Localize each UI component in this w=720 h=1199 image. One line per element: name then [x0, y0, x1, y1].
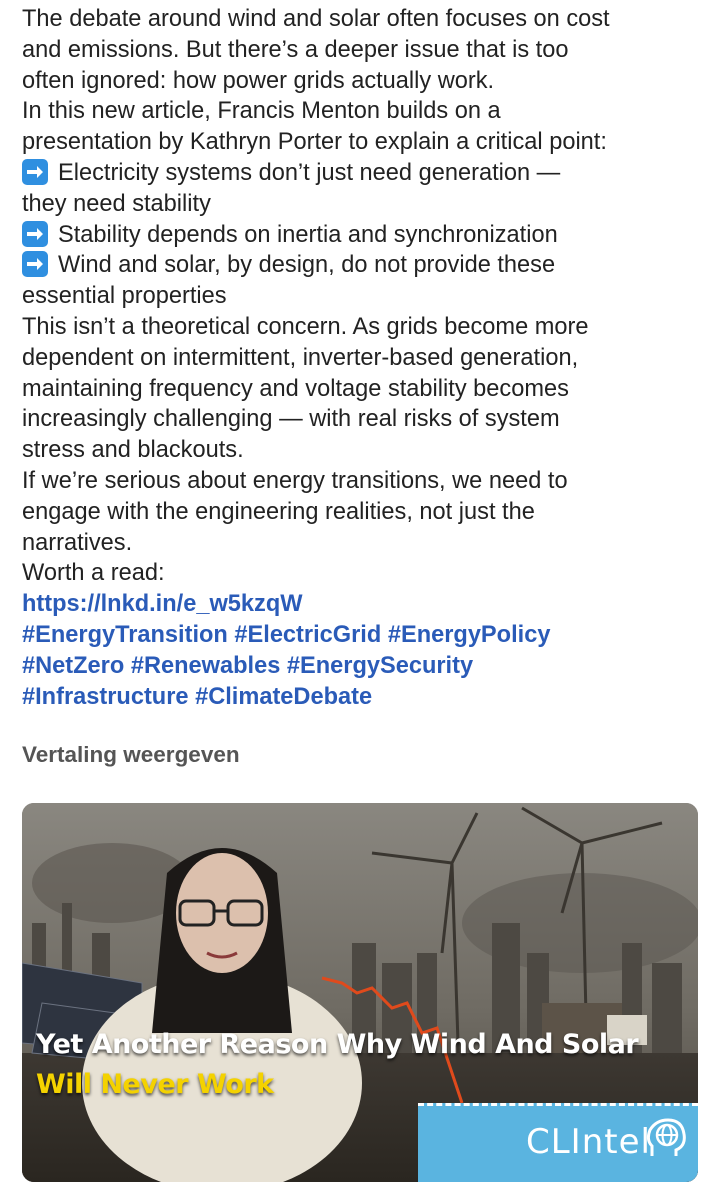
text-line: If we’re serious about energy transition… — [22, 467, 568, 494]
text-line: often ignored: how power grids actually … — [22, 67, 495, 94]
bullet-item: Stability depends on inertia and synchro… — [22, 220, 712, 251]
arrow-right-icon — [22, 158, 48, 185]
text-line: engage with the engineering realities, n… — [22, 498, 535, 525]
hashtag-line[interactable]: #EnergyTransition #ElectricGrid #EnergyP… — [22, 620, 712, 651]
brand-banner: CLIntel — [418, 1103, 698, 1182]
headline-line-1: Yet Another Reason Why Wind And Solar — [36, 1029, 639, 1060]
card-headline: Yet Another Reason Why Wind And Solar Wi… — [36, 1025, 696, 1105]
bullet-item: Wind and solar, by design, do not provid… — [22, 250, 712, 281]
brand-logo-text: CLIntel — [526, 1122, 651, 1162]
arrow-right-icon — [22, 251, 48, 278]
text-line: increasingly challenging — with real ris… — [22, 406, 560, 433]
bullet-text: Stability depends on inertia and synchro… — [58, 221, 558, 248]
hashtag-line[interactable]: #Infrastructure #ClimateDebate — [22, 682, 712, 713]
bullet-item: Electricity systems don’t just need gene… — [22, 158, 712, 189]
text-line: In this new article, Francis Menton buil… — [22, 98, 501, 125]
text-line: dependent on intermittent, inverter-base… — [22, 344, 579, 371]
bullet-text-continued: they need stability — [22, 190, 211, 217]
text-line: and emissions. But there’s a deeper issu… — [22, 36, 569, 63]
arrow-right-icon — [22, 220, 48, 247]
post-text: The debate around wind and solar often f… — [22, 4, 712, 712]
bullet-text: Electricity systems don’t just need gene… — [58, 159, 561, 186]
globe-head-icon — [646, 1118, 686, 1156]
bullet-text: Wind and solar, by design, do not provid… — [58, 252, 556, 279]
article-link[interactable]: https://lnkd.in/e_w5kzqW — [22, 589, 712, 620]
headline-line-2: Will Never Work — [36, 1069, 274, 1100]
text-line: maintaining frequency and voltage stabil… — [22, 375, 569, 402]
translate-button[interactable]: Vertaling weergeven — [22, 742, 240, 768]
link-preview-card[interactable]: Yet Another Reason Why Wind And Solar Wi… — [22, 803, 698, 1182]
text-line: This isn’t a theoretical concern. As gri… — [22, 313, 589, 340]
text-line: stress and blackouts. — [22, 437, 244, 464]
bullet-text-continued: essential properties — [22, 283, 227, 310]
text-line: narratives. — [22, 529, 133, 556]
text-line: Worth a read: — [22, 560, 165, 587]
text-line: presentation by Kathryn Porter to explai… — [22, 129, 607, 156]
text-line: The debate around wind and solar often f… — [22, 6, 610, 32]
hashtag-line[interactable]: #NetZero #Renewables #EnergySecurity — [22, 651, 712, 682]
post: The debate around wind and solar often f… — [0, 0, 720, 1199]
